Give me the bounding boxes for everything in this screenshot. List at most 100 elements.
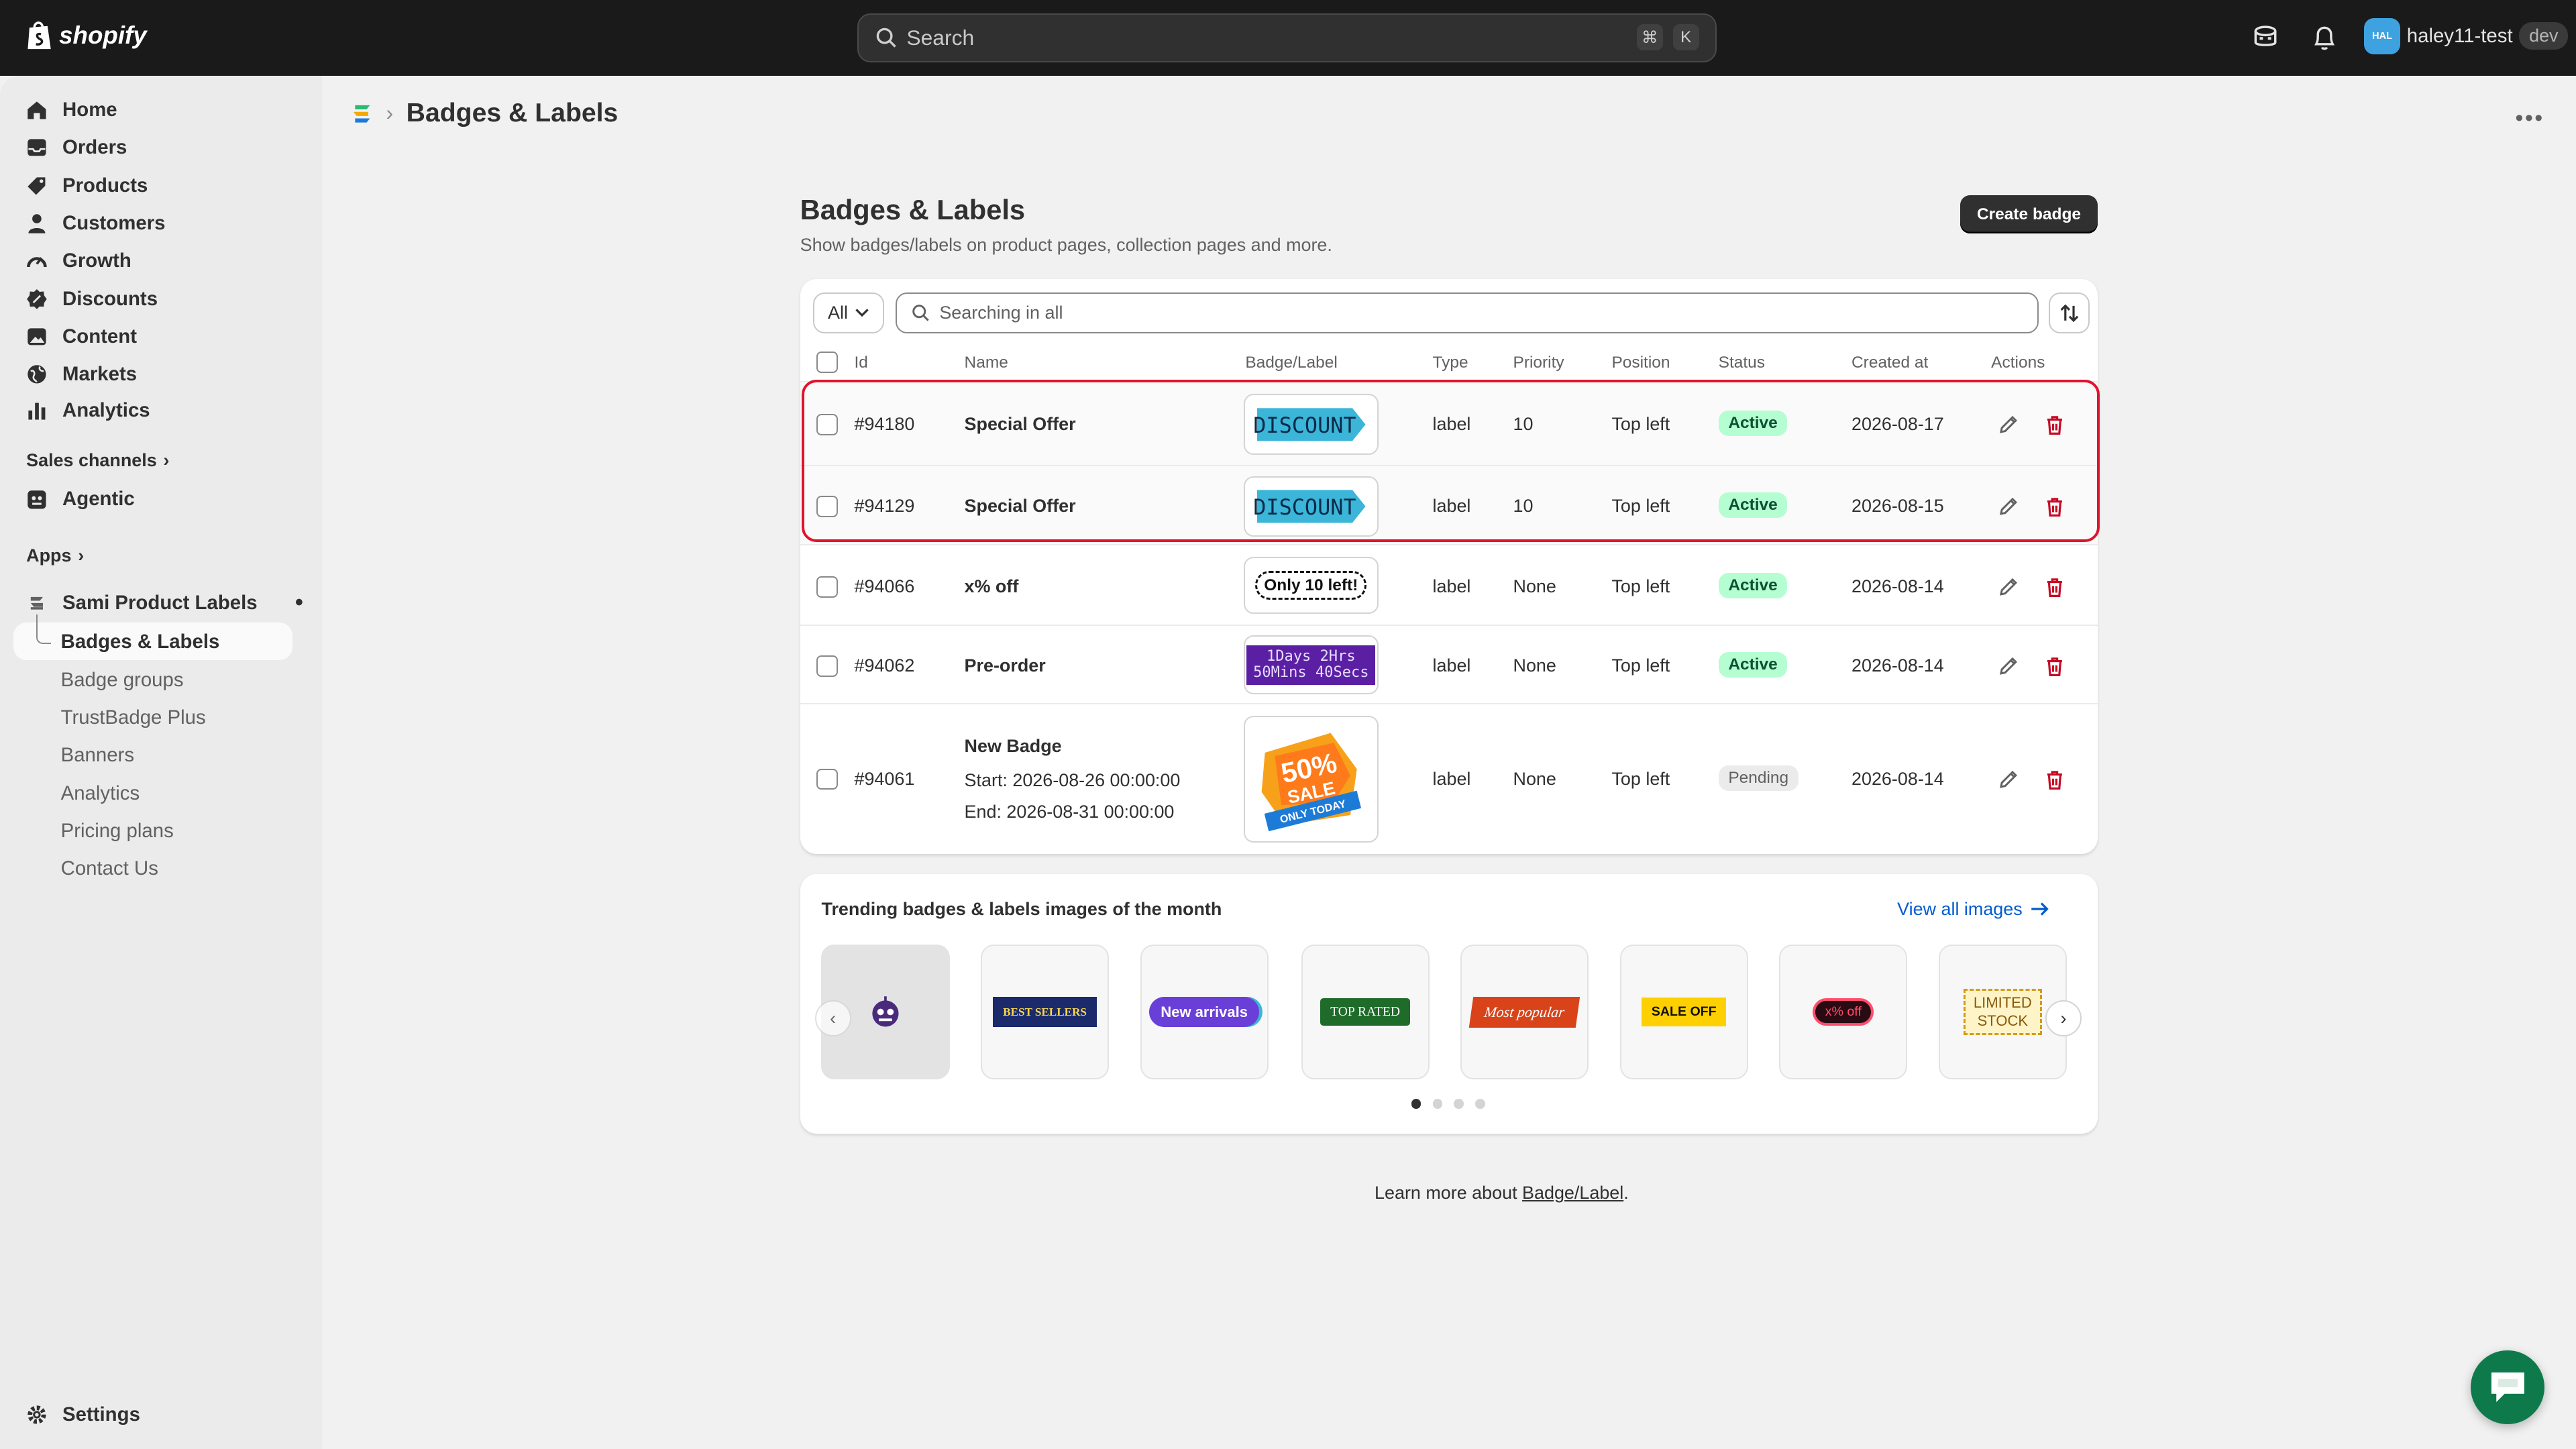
edit-icon[interactable] [1998, 576, 2019, 598]
page-title: Badges & Labels [800, 193, 1026, 225]
sidebar-item-label: Discounts [62, 287, 158, 310]
table-row[interactable]: #94061 New Badge Start: 2026-08-26 00:00… [800, 703, 2098, 854]
view-all-images-link[interactable]: View all images [1897, 899, 2049, 920]
delete-icon[interactable] [2044, 655, 2065, 677]
header-created: Created at [1851, 353, 1929, 372]
sidebar-subitem-badge-groups[interactable]: Badge groups [61, 669, 184, 692]
trending-thumb[interactable]: New arrivals [1140, 945, 1269, 1079]
table-row[interactable]: #94062 Pre-order 1Days 2Hrs 50Mins 40Sec… [800, 624, 2098, 704]
sidebar [0, 75, 322, 1449]
person-icon [28, 214, 46, 233]
carousel-dot[interactable] [1475, 1099, 1485, 1110]
bar-chart-icon [28, 402, 46, 420]
sort-icon [2060, 304, 2078, 322]
sales-channels-header[interactable]: Sales channels › [26, 450, 169, 471]
badge-label-link[interactable]: Badge/Label [1522, 1183, 1623, 1203]
app-logo-icon [30, 596, 44, 610]
trending-thumb[interactable]: x% off [1779, 945, 1908, 1079]
carousel-dot[interactable] [1432, 1099, 1443, 1110]
trending-thumb[interactable]: BEST SELLERS [981, 945, 1110, 1079]
carousel-prev-button[interactable]: ‹ [814, 1000, 851, 1037]
row-created: 2026-08-14 [1851, 576, 1944, 597]
sort-button[interactable] [2048, 292, 2090, 334]
select-all-checkbox[interactable] [816, 352, 838, 373]
app-logo-icon[interactable] [350, 102, 373, 125]
sidebar-item-label: Orders [62, 136, 127, 159]
sale-badge-image: 50% SALE ONLY TODAY [1261, 733, 1362, 832]
header-badge: Badge/Label [1245, 353, 1338, 372]
filter-select[interactable]: All [813, 292, 884, 334]
view-all-label: View all images [1897, 898, 2023, 919]
sales-channels-label: Sales channels [26, 450, 157, 471]
sidebar-item-agentic[interactable]: Agentic [26, 483, 135, 516]
apps-label: Apps [26, 545, 72, 566]
sidebar-subitem-pricing-plans[interactable]: Pricing plans [61, 820, 174, 843]
carousel-dot-active[interactable] [1411, 1099, 1421, 1110]
globe-icon [28, 365, 46, 384]
delete-icon[interactable] [2044, 769, 2065, 790]
badge-preview: 1Days 2Hrs 50Mins 40Secs [1243, 635, 1379, 695]
edit-icon[interactable] [1998, 769, 2019, 790]
sidebar-item-customers[interactable]: Customers [26, 207, 165, 240]
status-badge: Active [1718, 573, 1788, 599]
sidebar-item-home[interactable]: Home [26, 94, 117, 127]
header-id: Id [854, 353, 868, 372]
chevron-right-icon: › [163, 450, 170, 471]
inbox-icon [28, 139, 46, 156]
row-id: #94061 [854, 768, 915, 789]
row-created: 2026-08-14 [1851, 768, 1944, 789]
header-priority: Priority [1513, 353, 1564, 372]
sidebar-item-analytics[interactable]: Analytics [26, 394, 150, 427]
chevron-down-icon [855, 309, 869, 317]
carousel-next-button[interactable]: › [2045, 1000, 2082, 1037]
delete-icon[interactable] [2044, 576, 2065, 598]
sidebar-item-settings[interactable]: Settings [26, 1398, 140, 1431]
sidebar-subitem-contact-us[interactable]: Contact Us [61, 857, 158, 880]
sidebar-item-orders[interactable]: Orders [26, 131, 127, 164]
sidebar-item-discounts[interactable]: Discounts [26, 282, 158, 315]
sidebar-app-sami-product-labels[interactable]: Sami Product Labels • [26, 586, 303, 619]
edit-icon[interactable] [1998, 655, 2019, 677]
chat-button[interactable] [2471, 1350, 2545, 1425]
table-search-input[interactable]: Searching in all [895, 292, 2039, 334]
bell-icon[interactable] [2310, 23, 2339, 52]
sidebar-subitem-badges-labels[interactable]: Badges & Labels [61, 631, 220, 653]
trending-thumb[interactable]: TOP RATED [1301, 945, 1430, 1079]
badge-text: Only 10 left! [1255, 570, 1367, 600]
shopify-logo[interactable]: shopify [26, 19, 147, 51]
global-search-input[interactable]: Search ⌘ K [857, 13, 1717, 63]
k-key: K [1672, 24, 1699, 51]
trending-thumb[interactable]: SALE OFF [1619, 945, 1748, 1079]
arrow-right-icon [2031, 902, 2049, 916]
thumb-label-line-2: STOCK [1977, 1012, 2029, 1029]
sidebar-item-growth[interactable]: Growth [26, 245, 131, 278]
apps-header[interactable]: Apps › [26, 545, 84, 566]
storefront-icon[interactable] [2251, 23, 2280, 52]
page-subtitle: Show badges/labels on product pages, col… [800, 235, 1332, 256]
sidebar-item-products[interactable]: Products [26, 169, 148, 202]
table-row[interactable]: #94066 x% off Only 10 left! label None T… [800, 543, 2098, 625]
row-position: Top left [1611, 768, 1670, 789]
trending-thumb[interactable]: Most popular [1460, 945, 1589, 1079]
row-position: Top left [1611, 655, 1670, 676]
header-type: Type [1432, 353, 1468, 372]
sidebar-subitem-banners[interactable]: Banners [61, 744, 134, 767]
more-actions-icon[interactable]: ••• [2515, 105, 2544, 131]
status-badge: Pending [1718, 765, 1799, 791]
avatar: HAL [2364, 17, 2400, 54]
sidebar-subitem-analytics[interactable]: Analytics [61, 782, 140, 805]
sidebar-item-content[interactable]: Content [26, 321, 137, 354]
row-checkbox[interactable] [816, 768, 838, 790]
sidebar-subitem-trustbadge-plus[interactable]: TrustBadge Plus [61, 706, 206, 729]
sidebar-item-markets[interactable]: Markets [26, 358, 137, 391]
row-checkbox[interactable] [816, 655, 838, 677]
highlight-outline [802, 379, 2100, 543]
search-shortcut: ⌘ K [1636, 24, 1699, 51]
account-menu[interactable]: HAL haley11-test dev [2364, 17, 2569, 54]
countdown-line-2: 50Mins 40Secs [1253, 664, 1369, 682]
robot-icon [872, 996, 899, 1027]
create-badge-button[interactable]: Create badge [1960, 195, 2098, 233]
countdown-line-1: 1Days 2Hrs [1266, 647, 1356, 665]
carousel-dot[interactable] [1454, 1099, 1464, 1110]
row-checkbox[interactable] [816, 576, 838, 598]
